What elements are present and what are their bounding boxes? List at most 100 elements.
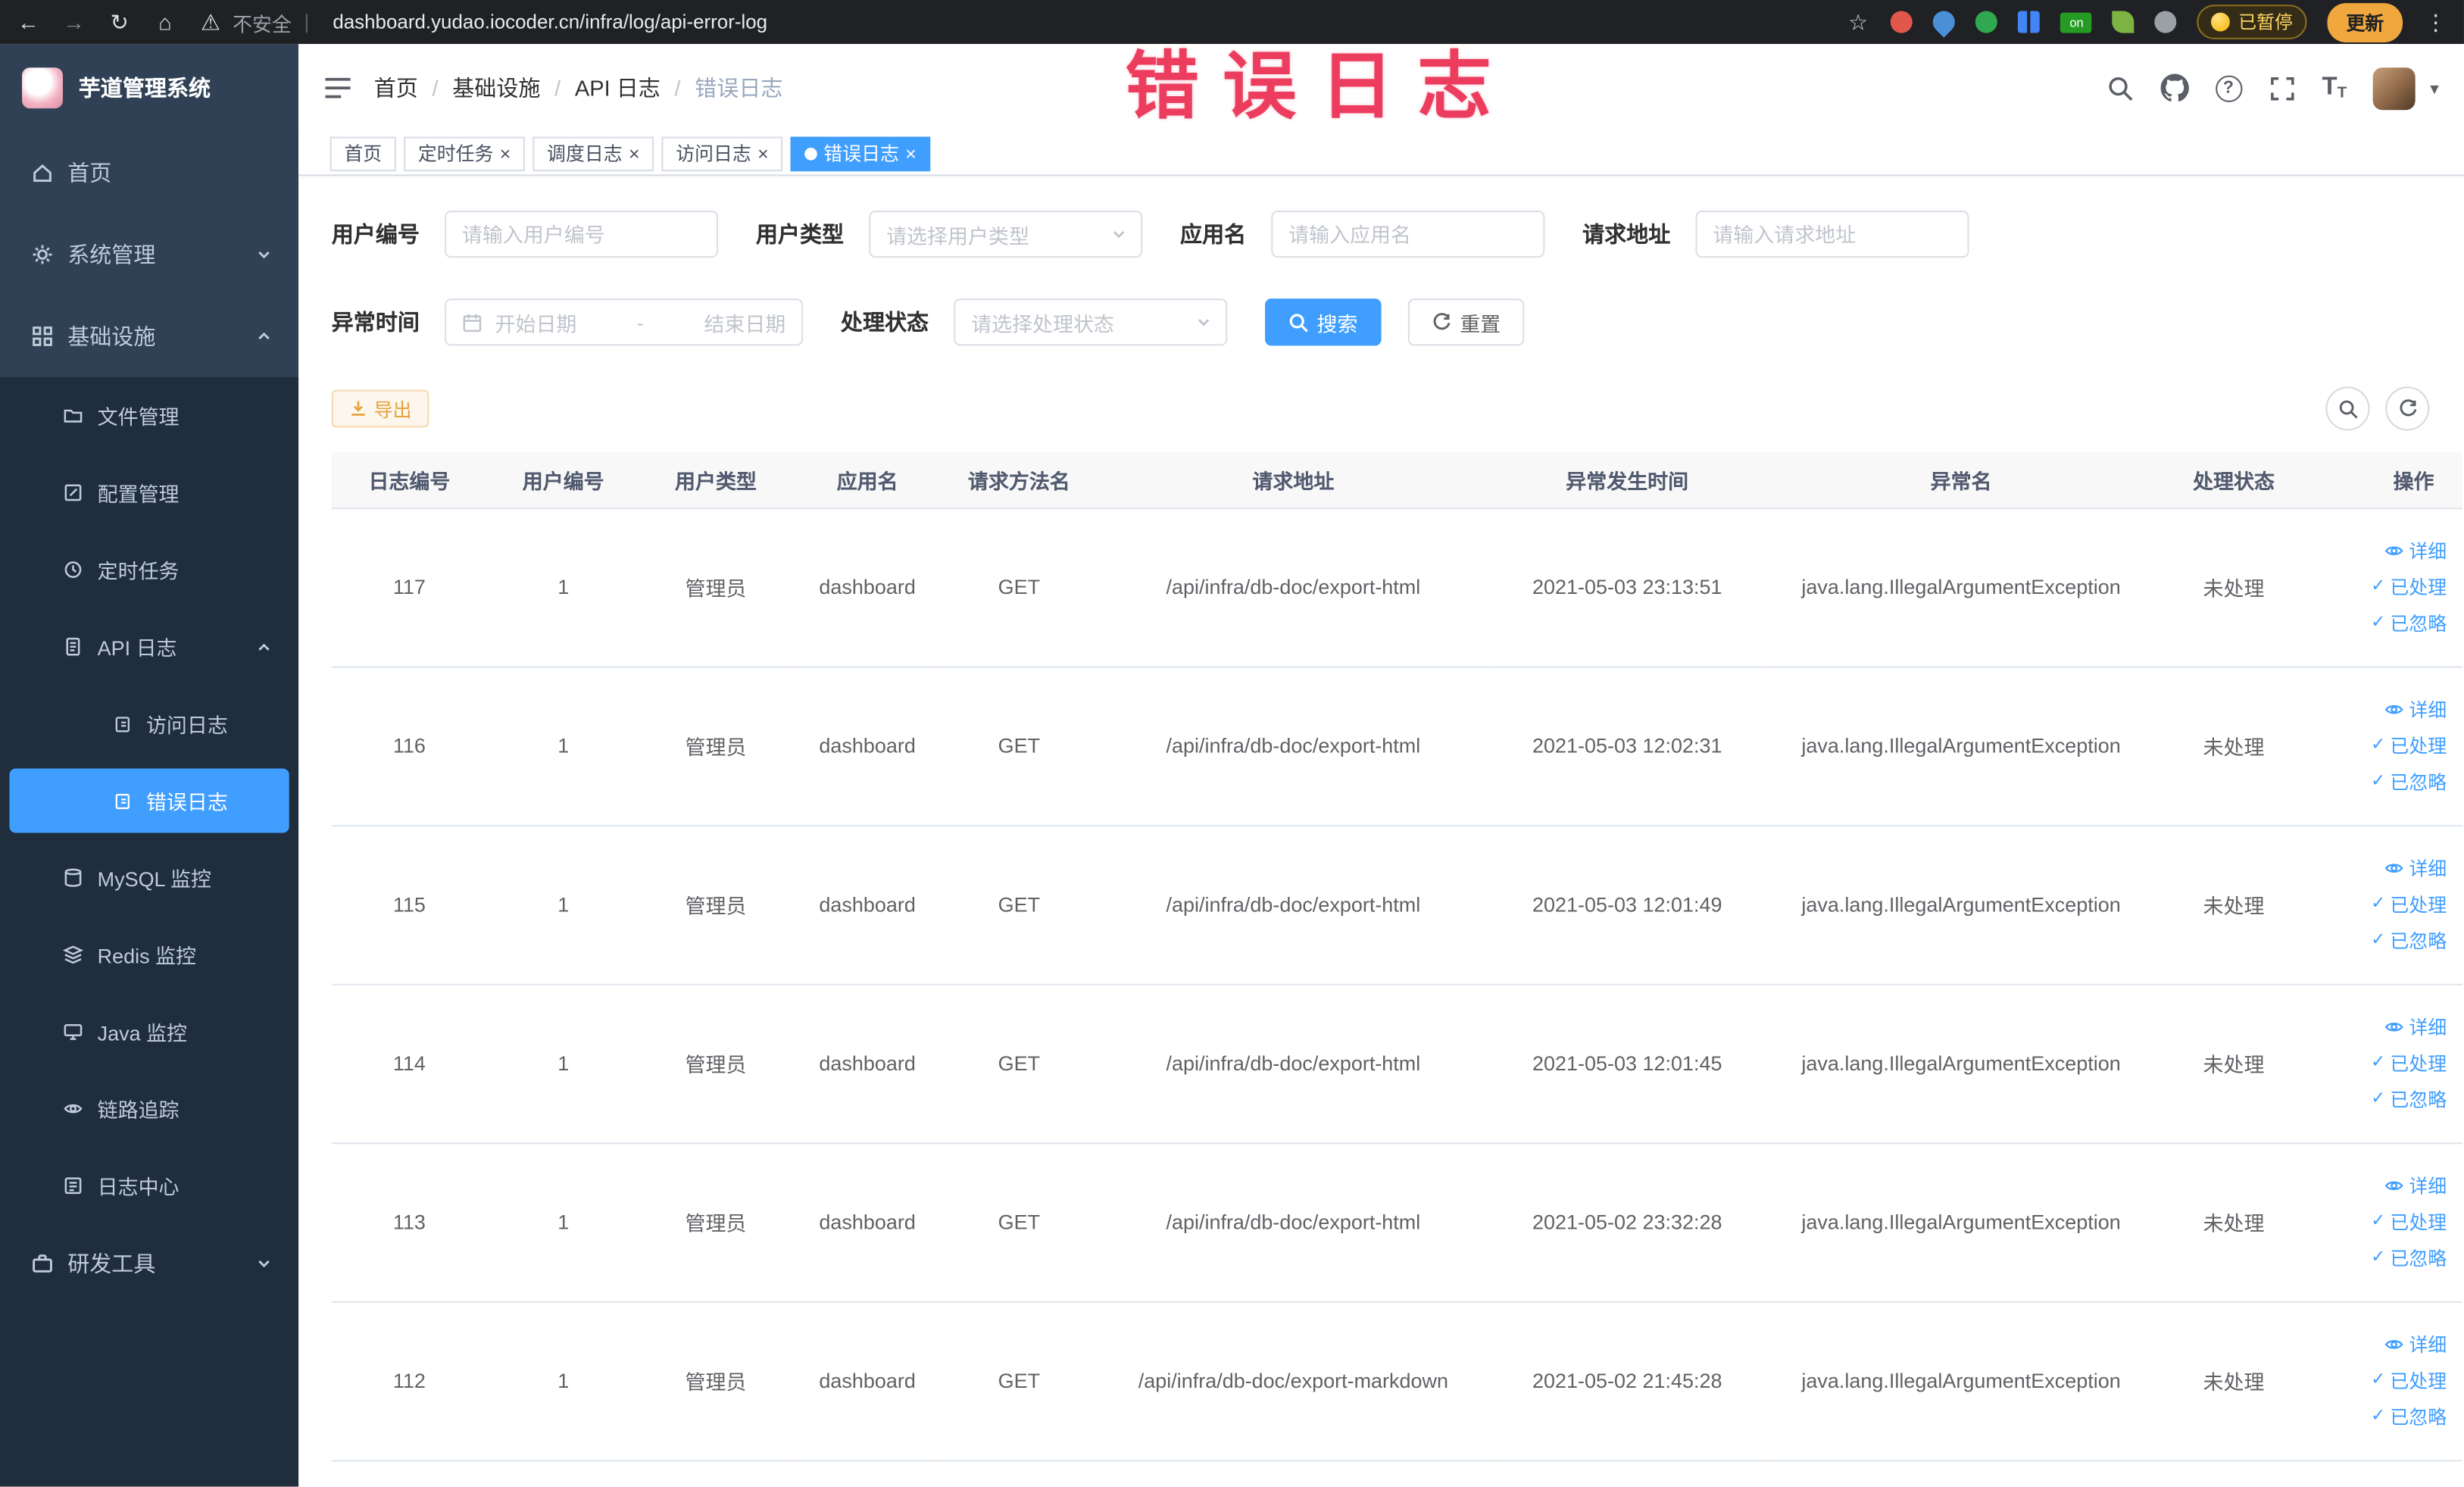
browser-menu-icon[interactable]: ⋮ (2423, 8, 2448, 35)
close-icon[interactable]: × (905, 144, 917, 163)
app-name-input[interactable] (1271, 210, 1545, 258)
help-icon: ? (2215, 74, 2242, 102)
check-icon: ✓ (2371, 576, 2386, 596)
github-link-button[interactable] (2160, 73, 2189, 102)
sidebar-item-scheduled-job[interactable]: 定时任务 (0, 531, 298, 608)
user-avatar[interactable] (2373, 67, 2416, 110)
col-header-user-id: 用户编号 (487, 452, 640, 509)
detail-link[interactable]: 详细 (2384, 1331, 2447, 1357)
font-size-icon: T (2337, 85, 2347, 102)
sidebar-item-infra[interactable]: 基础设施 (0, 295, 298, 377)
mark-ignored-link[interactable]: ✓ 已忽略 (2371, 768, 2447, 795)
mark-processed-link[interactable]: ✓ 已处理 (2371, 1208, 2447, 1235)
browser-extension-icon[interactable] (2113, 11, 2135, 33)
export-button[interactable]: 导出 (331, 389, 429, 428)
sidebar-item-error-log[interactable]: 错误日志 (9, 768, 289, 833)
cell-user-id: 1 (487, 1301, 640, 1461)
sidebar-item-api-log[interactable]: API 日志 (0, 608, 298, 686)
fullscreen-button[interactable] (2269, 75, 2295, 102)
sidebar-item-redis-monitor[interactable]: Redis 监控 (0, 916, 298, 993)
browser-extension-icon[interactable] (1975, 11, 1998, 33)
sidebar-item-config-manage[interactable]: 配置管理 (0, 455, 298, 532)
refresh-icon (1433, 312, 1451, 330)
sidebar-item-trace[interactable]: 链路追踪 (0, 1070, 298, 1148)
browser-extension-icon[interactable] (1928, 6, 1960, 38)
tab-home[interactable]: 首页 (329, 136, 396, 171)
breadcrumb-infra[interactable]: 基础设施 (452, 72, 540, 103)
mark-ignored-link[interactable]: ✓ 已忽略 (2371, 1404, 2447, 1430)
active-tab-dot (804, 146, 818, 160)
tab-scheduled-job[interactable]: 定时任务 × (404, 136, 526, 171)
eye-icon (64, 1104, 83, 1114)
table-row: 115 1 管理员 dashboard GET /api/infra/db-do… (331, 825, 2462, 985)
app-logo[interactable]: 芋道管理系统 (0, 44, 298, 132)
address-bar[interactable]: dashboard.yudao.iocoder.cn/infra/log/api… (333, 11, 767, 33)
col-header-url: 请求地址 (1095, 452, 1491, 509)
sidebar-item-home[interactable]: 首页 (0, 132, 298, 214)
detail-link[interactable]: 详细 (2384, 1173, 2447, 1199)
toggle-search-button[interactable] (2325, 386, 2370, 431)
sidebar-item-file-manage[interactable]: 文件管理 (0, 377, 298, 455)
extension-paused-badge[interactable]: 已暂停 (2197, 5, 2307, 39)
exception-time-range-picker[interactable]: 开始日期 - 结束日期 (445, 298, 804, 346)
browser-extension-icon[interactable] (2018, 11, 2041, 33)
caret-down-icon[interactable]: ▾ (2430, 78, 2438, 98)
mark-ignored-link[interactable]: ✓ 已忽略 (2371, 927, 2447, 954)
detail-link[interactable]: 详细 (2384, 696, 2447, 723)
mark-processed-link[interactable]: ✓ 已处理 (2371, 573, 2447, 600)
bookmark-star-icon[interactable]: ☆ (1846, 8, 1871, 35)
font-size-icon: T (2322, 73, 2338, 101)
breadcrumb-separator: / (674, 75, 681, 101)
mark-processed-link[interactable]: ✓ 已处理 (2371, 1367, 2447, 1394)
cell-app-name: dashboard (792, 983, 943, 1144)
back-icon[interactable]: ← (16, 9, 41, 34)
close-icon[interactable]: × (757, 144, 769, 163)
range-separator: - (636, 310, 644, 334)
breadcrumb-api-log[interactable]: API 日志 (575, 72, 661, 103)
mark-processed-link[interactable]: ✓ 已处理 (2371, 1050, 2447, 1076)
reload-icon[interactable]: ↻ (107, 8, 132, 35)
cell-url: /api/infra/db-doc/export-html (1095, 983, 1491, 1144)
breadcrumb-home[interactable]: 首页 (374, 72, 418, 103)
mark-ignored-link[interactable]: ✓ 已忽略 (2371, 1245, 2447, 1271)
font-size-button[interactable]: TT (2322, 74, 2347, 102)
help-button[interactable]: ? (2215, 74, 2242, 102)
browser-extension-icon[interactable] (1891, 11, 1913, 33)
tab-error-log[interactable]: 错误日志 × (790, 136, 931, 171)
user-type-select[interactable]: 请选择用户类型 (869, 210, 1143, 258)
user-id-input[interactable] (445, 210, 719, 258)
browser-extension-icon[interactable] (2155, 11, 2178, 33)
close-icon[interactable]: × (500, 144, 511, 163)
warning-icon: ⚠ (200, 8, 221, 34)
refresh-button[interactable] (2385, 386, 2430, 431)
mark-processed-link[interactable]: ✓ 已处理 (2371, 891, 2447, 917)
detail-link[interactable]: 详细 (2384, 1014, 2447, 1040)
forward-icon[interactable]: → (61, 9, 86, 34)
tab-access-log[interactable]: 访问日志 × (661, 136, 783, 171)
home-browser-icon[interactable]: ⌂ (152, 9, 177, 34)
tab-dispatch-log[interactable]: 调度日志 × (532, 136, 654, 171)
close-icon[interactable]: × (629, 144, 640, 163)
sidebar-item-log-center[interactable]: 日志中心 (0, 1147, 298, 1224)
sidebar-item-java-monitor[interactable]: Java 监控 (0, 993, 298, 1070)
sidebar-toggle-button[interactable] (323, 76, 351, 101)
sidebar-item-dev-tools[interactable]: 研发工具 (0, 1224, 299, 1303)
browser-update-button[interactable]: 更新 (2327, 2, 2403, 42)
mark-processed-link[interactable]: ✓ 已处理 (2371, 733, 2447, 759)
extension-on-badge[interactable]: on (2060, 11, 2093, 33)
site-security-chip[interactable]: ⚠ 不安全 | (198, 7, 312, 36)
sidebar-item-system[interactable]: 系统管理 (0, 214, 298, 295)
mark-ignored-link[interactable]: ✓ 已忽略 (2371, 610, 2447, 636)
header-search-button[interactable] (2106, 75, 2133, 102)
request-url-input[interactable] (1695, 210, 1969, 258)
search-button[interactable]: 搜索 (1265, 298, 1382, 346)
detail-link[interactable]: 详细 (2384, 538, 2447, 564)
process-status-label: 处理状态 (840, 309, 929, 335)
process-status-select[interactable]: 请选择处理状态 (954, 298, 1228, 346)
eye-icon (2384, 1022, 2403, 1032)
mark-ignored-link[interactable]: ✓ 已忽略 (2371, 1086, 2447, 1113)
detail-link[interactable]: 详细 (2384, 855, 2447, 882)
sidebar-item-mysql-monitor[interactable]: MySQL 监控 (0, 839, 298, 917)
sidebar-item-access-log[interactable]: 访问日志 (0, 686, 298, 763)
reset-button[interactable]: 重置 (1407, 298, 1525, 346)
